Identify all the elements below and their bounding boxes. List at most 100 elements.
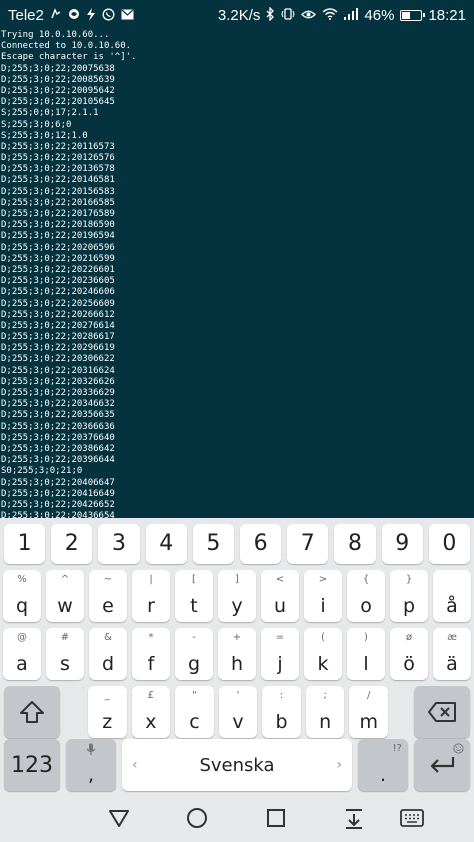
- key-6[interactable]: 6: [240, 524, 282, 564]
- terminal-line: D;255;3;0;22;20386642: [1, 443, 115, 454]
- comma-key-label: ,: [87, 764, 95, 786]
- terminal-line: D;255;3;0;22;20206596: [1, 242, 115, 253]
- key-5[interactable]: 5: [192, 524, 234, 564]
- key-2[interactable]: 2: [51, 524, 93, 564]
- key-r[interactable]: | r: [132, 570, 170, 622]
- enter-key[interactable]: [414, 739, 470, 791]
- key-9[interactable]: 9: [381, 524, 423, 564]
- terminal-line: D;255;3;0;22;20136578: [1, 164, 115, 175]
- key-b[interactable]: :b: [262, 686, 301, 738]
- status-left: Tele2: [8, 7, 134, 24]
- key-4[interactable]: 4: [145, 524, 187, 564]
- key-w[interactable]: ^ w: [46, 570, 84, 622]
- key-h[interactable]: + h: [218, 628, 256, 680]
- space-key-label: Svenska: [199, 754, 275, 776]
- key-d[interactable]: & d: [89, 628, 127, 680]
- key-ö[interactable]: øö: [390, 628, 428, 680]
- key-s[interactable]: # s: [46, 628, 84, 680]
- key-0[interactable]: 0: [428, 524, 470, 564]
- chevron-right-icon: ›: [336, 757, 342, 773]
- home-button[interactable]: [177, 802, 217, 834]
- comma-key[interactable]: ,: [66, 739, 116, 791]
- key-label: p: [402, 595, 416, 617]
- bluetooth-icon: [266, 6, 275, 23]
- key-alt-label: ø: [405, 632, 413, 643]
- notification-pull-button[interactable]: [334, 802, 374, 834]
- terminal-line: S0;255;3;0;21;0: [1, 466, 83, 477]
- key-t[interactable]: [t: [175, 570, 213, 622]
- key-label: f: [147, 653, 155, 675]
- terminal-line: D;255;3;0;22;20186590: [1, 220, 115, 231]
- terminal-line: D;255;3;0;22;20326626: [1, 376, 115, 387]
- key-f[interactable]: * f: [132, 628, 170, 680]
- bottom-row: 123 , ‹ Svenska › !? .: [0, 739, 474, 791]
- key-o[interactable]: {o: [347, 570, 385, 622]
- sim-activity-icon: [50, 8, 62, 22]
- terminal-line: S;255;3;0;6;0: [1, 119, 72, 130]
- enter-icon: [430, 757, 455, 773]
- key-j[interactable]: = j: [261, 628, 299, 680]
- key-label: h: [230, 653, 244, 675]
- space-key[interactable]: ‹ Svenska ›: [122, 739, 352, 791]
- terminal-line: D;255;3;0;22;20266612: [1, 309, 115, 320]
- mic-icon: [66, 743, 116, 759]
- key-i[interactable]: > i: [304, 570, 342, 622]
- key-u[interactable]: < u: [261, 570, 299, 622]
- recents-button[interactable]: [256, 802, 296, 834]
- key-label: e: [102, 595, 114, 617]
- terminal-line: D;255;3;0;22;20396644: [1, 455, 115, 466]
- key-k[interactable]: (k: [304, 628, 342, 680]
- key-alt-label: |: [149, 574, 153, 585]
- key-label: b: [275, 711, 288, 733]
- terminal-line: D;255;3;0;22;20146581: [1, 175, 115, 186]
- shift-key[interactable]: [4, 686, 60, 738]
- backspace-key[interactable]: [414, 686, 470, 738]
- key-y[interactable]: ] y: [218, 570, 256, 622]
- key-å[interactable]: å: [433, 570, 471, 622]
- key-e[interactable]: ~ e: [89, 570, 127, 622]
- period-key[interactable]: !? .: [358, 739, 408, 791]
- back-button[interactable]: [99, 802, 139, 834]
- key-m[interactable]: / m: [349, 686, 388, 738]
- terminal-line: D;255;3;0;22;20336629: [1, 388, 115, 398]
- key-label: l: [363, 653, 369, 675]
- key-p[interactable]: } p: [390, 570, 428, 622]
- key-l[interactable]: ) l: [347, 628, 385, 680]
- key-label: 7: [300, 531, 315, 556]
- keyboard-switch-icon: [400, 809, 424, 827]
- terminal-output[interactable]: Trying 10.0.10.60... Connected to 10.0.10…: [0, 30, 474, 518]
- notification-pull-icon: [346, 809, 362, 829]
- signal-icon: [344, 8, 359, 22]
- backspace-icon: [428, 702, 456, 722]
- terminal-line: D;255;3;0;22;20246606: [1, 287, 115, 298]
- terminal-line: D;255;3;0;22;20256609: [1, 298, 115, 309]
- key-q[interactable]: % q: [3, 570, 41, 622]
- key-1[interactable]: 1: [4, 524, 46, 564]
- back-icon: [109, 810, 129, 827]
- terminal-line: D;255;3;0;22;20156583: [1, 186, 115, 197]
- key-7[interactable]: 7: [287, 524, 329, 564]
- keyboard-switch-button[interactable]: [392, 802, 432, 834]
- key-label: u: [273, 595, 287, 617]
- key-ä[interactable]: æä: [433, 628, 471, 680]
- terminal-line: Connected to 10.0.10.60.: [1, 41, 132, 52]
- key-alt-label: _: [104, 690, 110, 701]
- key-z[interactable]: _ z: [88, 686, 127, 738]
- key-3[interactable]: 3: [98, 524, 140, 564]
- symbols-key[interactable]: 123: [4, 739, 60, 791]
- key-alt-label: ~: [103, 574, 113, 585]
- key-v[interactable]: ' v: [218, 686, 258, 738]
- key-label: 1: [17, 531, 32, 556]
- key-c[interactable]: " c: [175, 686, 214, 738]
- key-8[interactable]: 8: [334, 524, 376, 564]
- key-label: 2: [64, 531, 79, 556]
- key-n[interactable]: ; n: [305, 686, 345, 738]
- key-x[interactable]: £ x: [131, 686, 171, 738]
- key-a[interactable]: @ a: [3, 628, 41, 680]
- flash-icon: [86, 7, 96, 23]
- key-label: o: [360, 595, 372, 617]
- battery-percent: 46%: [364, 6, 395, 24]
- key-label: 3: [111, 531, 126, 556]
- terminal-line: D;255;3;0;22;20306622: [1, 354, 115, 365]
- key-g[interactable]: -g: [175, 628, 213, 680]
